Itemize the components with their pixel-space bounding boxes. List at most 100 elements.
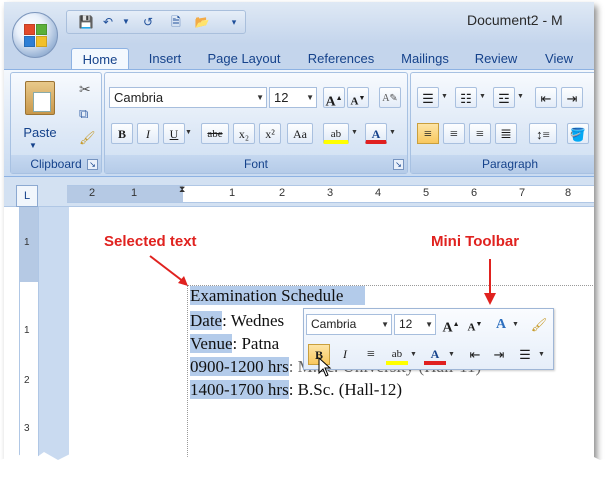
underline-button[interactable]: U xyxy=(163,123,185,144)
document-line[interactable]: Examination Schedule xyxy=(190,285,366,307)
document-line[interactable]: 1400-1700 hrs: B.Sc. (Hall-12) xyxy=(190,379,402,401)
mini-toolbar: Cambria ▼ 12 ▼ A▲ A▼ A ▼ 🖌 B I ≡ ab ▼ A … xyxy=(303,308,554,370)
ruler-mark: 3 xyxy=(327,187,334,199)
subscript-button[interactable]: x₂ xyxy=(233,123,255,144)
font-group: Cambria ▼ 12 ▼ A▲ A▼ A✎ B I U ▼ abe x₂ x… xyxy=(104,72,408,174)
chevron-down-icon[interactable]: ▼ xyxy=(425,315,433,334)
tab-home[interactable]: Home xyxy=(71,48,129,70)
highlight-button[interactable]: ab xyxy=(323,123,349,144)
bold-button[interactable]: B xyxy=(111,123,133,144)
chevron-down-icon[interactable]: ▼ xyxy=(306,88,314,107)
tab-view[interactable]: View xyxy=(534,48,584,70)
vruler-mark: 1 xyxy=(24,325,30,336)
shrink-font-button[interactable]: A▼ xyxy=(347,87,369,108)
font-color-button[interactable]: A xyxy=(365,123,387,144)
tab-mailings[interactable]: Mailings xyxy=(390,48,460,70)
mini-toolbar-callout: Mini Toolbar xyxy=(431,233,520,250)
tab-review[interactable]: Review xyxy=(468,48,524,70)
mini-font-name-value: Cambria xyxy=(311,317,357,331)
cut-icon[interactable]: ✂ xyxy=(79,81,91,98)
page-background xyxy=(39,207,69,464)
customize-icon[interactable]: ▾ xyxy=(225,14,243,30)
indent-marker-icon[interactable]: ⧗ xyxy=(179,184,185,195)
undo-dropdown-icon[interactable]: ▼ xyxy=(117,14,135,30)
underline-dropdown-icon[interactable]: ▼ xyxy=(185,129,192,136)
undo-icon[interactable]: ↶ xyxy=(99,14,117,30)
font-name-combo[interactable]: Cambria ▼ xyxy=(109,87,267,108)
mini-bullets-dropdown-icon[interactable]: ▼ xyxy=(538,351,545,358)
multilevel-dropdown-icon[interactable]: ▼ xyxy=(517,93,524,100)
mini-font-name-combo[interactable]: Cambria ▼ xyxy=(306,314,392,335)
mini-grow-font-label: A xyxy=(442,320,453,336)
bullets-dropdown-icon[interactable]: ▼ xyxy=(441,93,448,100)
font-size-combo[interactable]: 12 ▼ xyxy=(269,87,317,108)
ruler-mark: 6 xyxy=(471,187,478,199)
align-left-icon[interactable]: ≡ xyxy=(417,123,439,144)
align-right-icon[interactable]: ≡ xyxy=(469,123,491,144)
font-launcher-icon[interactable]: ↘ xyxy=(393,159,404,170)
clipboard-launcher-icon[interactable]: ↘ xyxy=(87,159,98,170)
mini-format-painter-icon[interactable]: 🖌 xyxy=(528,314,550,335)
selected-text-arrow-icon xyxy=(149,255,188,286)
ruler-margin xyxy=(67,186,183,202)
mini-font-color-dropdown-icon[interactable]: ▼ xyxy=(448,351,455,358)
selected-text-callout: Selected text xyxy=(104,233,197,250)
document-line[interactable]: Date: Wednes xyxy=(190,310,284,332)
font-group-label: Font xyxy=(105,155,407,173)
mini-center-button[interactable]: ≡ xyxy=(360,344,382,365)
superscript-button[interactable]: x² xyxy=(259,123,281,144)
office-button[interactable] xyxy=(12,12,58,58)
mini-bullets-icon[interactable]: ☰ xyxy=(514,344,536,365)
torn-edge xyxy=(0,452,615,482)
paste-button[interactable]: Paste xyxy=(15,125,65,140)
vertical-ruler[interactable]: 1 1 2 3 xyxy=(19,207,39,464)
open-folder-icon[interactable]: 📂 xyxy=(193,14,211,30)
line-spacing-icon[interactable]: ↕≡ xyxy=(529,123,557,144)
strikethrough-button[interactable]: abe xyxy=(201,123,229,144)
mini-font-size-combo[interactable]: 12 ▼ xyxy=(394,314,436,335)
clear-formatting-icon[interactable]: A✎ xyxy=(379,87,401,108)
horizontal-ruler[interactable]: 2 1 1 2 3 4 5 6 7 8 ⧗ xyxy=(67,184,594,203)
justify-icon[interactable]: ≣ xyxy=(495,123,517,144)
highlight-dropdown-icon[interactable]: ▼ xyxy=(351,129,358,136)
tab-references[interactable]: References xyxy=(299,48,383,70)
mini-grow-font-button[interactable]: A▲ xyxy=(440,314,462,336)
multilevel-list-icon[interactable]: ☲ xyxy=(493,87,515,108)
window-title: Document2 - M xyxy=(467,12,563,28)
grow-font-button[interactable]: A▲ xyxy=(323,87,345,110)
font-color-dropdown-icon[interactable]: ▼ xyxy=(389,129,396,136)
mini-styles-dropdown-icon[interactable]: ▼ xyxy=(512,321,519,328)
mini-highlight-button[interactable]: ab xyxy=(386,344,408,365)
shading-icon[interactable]: 🪣 xyxy=(567,123,589,144)
numbering-icon[interactable]: ☷ xyxy=(455,87,477,108)
document-line[interactable]: Venue: Patna xyxy=(190,333,279,355)
vruler-mark: 3 xyxy=(24,423,30,434)
paste-dropdown-icon[interactable]: ▼ xyxy=(29,141,37,150)
italic-button[interactable]: I xyxy=(137,123,159,144)
change-case-button[interactable]: Aa xyxy=(287,123,313,144)
mini-shrink-font-button[interactable]: A▼ xyxy=(464,314,486,335)
copy-icon[interactable]: ⧉ xyxy=(79,106,88,122)
mini-styles-button[interactable]: A xyxy=(490,314,512,335)
paste-icon[interactable] xyxy=(25,81,55,115)
mini-highlight-dropdown-icon[interactable]: ▼ xyxy=(410,351,417,358)
increase-indent-icon[interactable]: ⇥ xyxy=(561,87,583,108)
redo-icon[interactable]: ↺ xyxy=(139,14,157,30)
mini-decrease-indent-icon[interactable]: ⇤ xyxy=(464,344,486,365)
align-center-icon[interactable]: ≡ xyxy=(443,123,465,144)
mini-italic-button[interactable]: I xyxy=(334,344,356,365)
chevron-down-icon[interactable]: ▼ xyxy=(256,88,264,107)
numbering-dropdown-icon[interactable]: ▼ xyxy=(479,93,486,100)
format-painter-icon[interactable]: 🖌 xyxy=(79,130,96,146)
tab-page-layout[interactable]: Page Layout xyxy=(200,48,288,70)
tab-insert[interactable]: Insert xyxy=(139,48,191,70)
chevron-down-icon[interactable]: ▼ xyxy=(381,315,389,334)
bullets-icon[interactable]: ☰ xyxy=(417,87,439,108)
mini-font-color-button[interactable]: A xyxy=(424,344,446,365)
office-logo-icon xyxy=(24,24,48,48)
decrease-indent-icon[interactable]: ⇤ xyxy=(535,87,557,108)
new-document-icon[interactable]: 🗎 xyxy=(167,14,185,30)
mini-increase-indent-icon[interactable]: ⇥ xyxy=(488,344,510,365)
save-icon[interactable]: 💾 xyxy=(77,14,95,30)
tab-selector[interactable]: L xyxy=(16,185,38,207)
